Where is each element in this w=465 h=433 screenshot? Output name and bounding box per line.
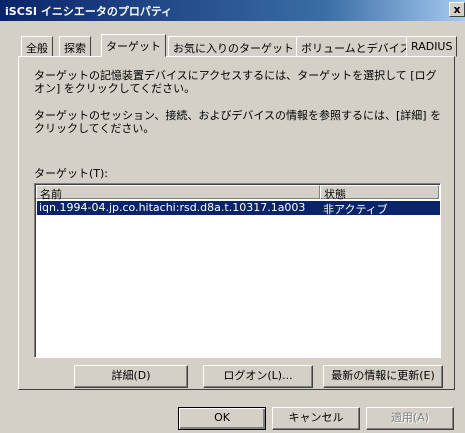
- targets-panel: ターゲットの記憶装置デバイスにアクセスするには、ターゲットを選択して [ログオン…: [18, 56, 455, 390]
- logon-instructions: ターゲットの記憶装置デバイスにアクセスするには、ターゲットを選択して [ログオン…: [34, 69, 437, 95]
- close-button[interactable]: x: [449, 2, 465, 17]
- title-bar: iSCSI イニシエータのプロパティ x: [0, 0, 465, 21]
- tab-radius[interactable]: RADIUS: [406, 36, 458, 57]
- logon-button[interactable]: ログオン(L)...: [203, 365, 313, 388]
- tab-targets[interactable]: ターゲット: [101, 34, 166, 57]
- tab-volumes-devices[interactable]: ボリュームとデバイス: [296, 36, 416, 57]
- tab-discovery[interactable]: 探索: [59, 36, 91, 57]
- cancel-button[interactable]: キャンセル: [272, 407, 360, 430]
- column-header-name[interactable]: 名前: [36, 185, 320, 201]
- target-name-cell: iqn.1994-04.jp.co.hitachi:rsd.d8a.t.1031…: [39, 201, 306, 214]
- details-button[interactable]: 詳細(D): [74, 365, 188, 388]
- tab-general[interactable]: 全般: [21, 36, 53, 57]
- targets-list[interactable]: 名前 状態 iqn.1994-04.jp.co.hitachi:rsd.d8a.…: [34, 183, 441, 358]
- column-header-status[interactable]: 状態: [320, 185, 439, 201]
- details-instructions: ターゲットのセッション、接続、およびデバイスの情報を参照するには、[詳細] をク…: [34, 109, 442, 135]
- window-title: iSCSI イニシエータのプロパティ: [5, 5, 173, 18]
- table-row[interactable]: iqn.1994-04.jp.co.hitachi:rsd.d8a.t.1031…: [37, 201, 440, 216]
- apply-button[interactable]: 適用(A): [366, 407, 454, 430]
- refresh-button[interactable]: 最新の情報に更新(E): [323, 365, 443, 388]
- tab-favorite-targets[interactable]: お気に入りのターゲット: [168, 36, 299, 57]
- target-status-cell: 非アクティブ: [323, 203, 388, 216]
- targets-label: ターゲット(T):: [34, 167, 109, 180]
- ok-button[interactable]: OK: [178, 407, 266, 430]
